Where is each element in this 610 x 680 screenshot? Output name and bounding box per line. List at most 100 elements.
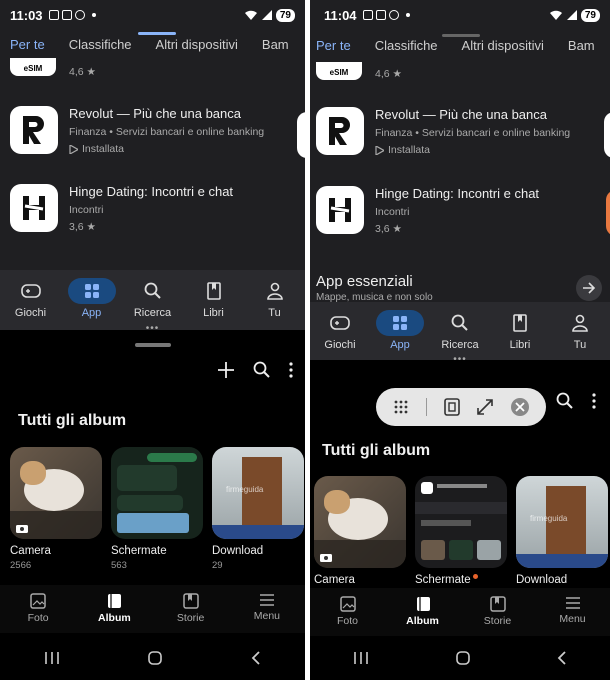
apps-grid-icon [393,316,407,330]
tab-bambini[interactable]: Bam [568,38,595,53]
tab-bambini[interactable]: Bam [262,37,289,52]
app-row-revolut[interactable]: Revolut — Più che una banca Finanza • Se… [316,107,610,156]
app-row-esim-rating[interactable]: 4,6 ★ [10,66,305,78]
status-bar: 11:03 79 [0,0,305,30]
nav-label: Storie [176,612,205,624]
nav-libri[interactable]: Libri [490,310,550,351]
tab-classifiche[interactable]: Classifiche [69,37,132,52]
gallery-bottom-nav: Foto Album Storie Menu [310,588,610,636]
system-nav-bar [310,636,610,680]
nav-foto[interactable]: Foto [8,585,68,633]
album-schermate[interactable]: Schermate 563 [111,447,203,571]
album-schermate[interactable]: Schermate [415,476,507,586]
recent-apps-icon[interactable] [44,651,60,665]
nav-giochi[interactable]: Giochi [1,278,61,319]
nav-label: Album [406,615,439,627]
app-subcategory: Servizi bancari e online banking [115,126,265,138]
app-row-revolut[interactable]: Revolut — Più che una banca Finanza • Se… [10,106,305,155]
search-icon[interactable] [556,392,574,410]
album-download[interactable]: firmeguida Download 29 [212,447,304,571]
album-camera[interactable]: Camera [314,476,406,586]
nav-foto[interactable]: Foto [318,588,378,636]
more-options-icon[interactable] [289,362,293,378]
album-name: Camera [314,574,355,586]
split-screen-handle[interactable]: ••• [453,354,467,365]
gallery-bottom-nav: Foto Album Storie Menu [0,585,305,633]
search-icon [144,282,161,299]
nav-ricerca[interactable]: Ricerca [123,278,183,319]
installed-label: Installata [388,144,431,156]
nav-label: App [390,339,410,351]
nav-app[interactable]: App [370,310,430,351]
app-subcategory: Servizi bancari e online banking [421,127,571,139]
albums-title: Tutti gli album [18,412,127,429]
add-icon[interactable] [217,361,235,379]
search-icon[interactable] [253,361,271,379]
nav-label: Ricerca [133,307,172,319]
notification-icons [362,10,410,20]
nav-storie[interactable]: Storie [161,585,221,633]
gallery-toolbar [556,392,596,410]
nav-menu[interactable]: Menu [543,588,603,636]
revolut-app-icon [316,107,364,155]
separator [425,398,427,416]
recent-apps-icon[interactable] [353,651,369,665]
nav-libri[interactable]: Libri [184,278,244,319]
gallery-panel: Tutti gli album Camera 2566 Schermate 56… [0,335,305,680]
tab-per-te[interactable]: Per te [10,37,45,52]
close-icon[interactable] [510,397,530,417]
section-arrow-button[interactable] [576,275,602,301]
popup-window-icon[interactable] [443,398,460,416]
tab-per-te[interactable]: Per te [316,38,351,53]
back-icon[interactable] [251,650,261,666]
tab-altri-dispositivi[interactable]: Altri dispositivi [156,37,238,52]
album-count: 563 [111,560,127,571]
status-bar: 11:04 79 [310,0,610,30]
nav-tu[interactable]: Tu [550,310,610,351]
star-icon: ★ [392,68,402,80]
star-icon: ★ [86,66,96,78]
nav-album[interactable]: Album [84,585,144,633]
home-icon[interactable] [147,650,163,666]
nav-label: Menu [559,613,586,625]
back-icon[interactable] [557,650,567,666]
arrow-right-icon [583,282,596,294]
play-store-panel: 11:04 79 Per te Classifiche Altri dispos… [310,0,610,360]
app-name: Revolut — Più che una banca [375,107,547,122]
app-category: Incontri [375,206,410,218]
revolut-app-icon [10,106,58,154]
album-camera[interactable]: Camera 2566 [10,447,102,571]
album-count: 2566 [10,560,32,571]
person-icon [572,314,588,332]
gamepad-icon [20,284,41,298]
nav-tu[interactable]: Tu [245,278,305,319]
app-row-hinge[interactable]: Hinge Dating: Incontri e chat Incontri 3… [316,186,610,235]
watermark-text: firmeguida [226,485,264,494]
notification-icon [48,10,59,20]
nav-storie[interactable]: Storie [468,588,528,636]
home-icon[interactable] [455,650,471,666]
notification-icon [388,10,399,20]
grid-dots-icon[interactable] [393,399,409,415]
section-title: App essenziali [316,273,413,290]
nav-giochi[interactable]: Giochi [310,310,370,351]
expand-icon[interactable] [476,399,493,415]
more-options-icon[interactable] [592,393,596,409]
stories-icon [182,593,199,609]
tab-classifiche[interactable]: Classifiche [375,38,438,53]
tab-altri-dispositivi[interactable]: Altri dispositivi [462,38,544,53]
album-download[interactable]: firmeguida Download [516,476,608,586]
app-name: Hinge Dating: Incontri e chat [375,186,540,201]
nav-ricerca[interactable]: Ricerca [430,310,490,351]
person-icon [266,282,283,300]
app-row-hinge[interactable]: Hinge Dating: Incontri e chat Incontri 3… [10,184,305,233]
nav-menu[interactable]: Menu [237,585,297,633]
nav-label: Giochi [14,307,47,319]
drag-handle[interactable] [134,343,171,347]
split-screen-handle[interactable]: ••• [146,323,160,334]
app-row-esim-rating[interactable]: 4,6 ★ [316,68,610,80]
nav-label: App [81,307,102,319]
tab-indicator [138,32,176,35]
nav-app[interactable]: App [62,278,122,319]
nav-album[interactable]: Album [393,588,453,636]
